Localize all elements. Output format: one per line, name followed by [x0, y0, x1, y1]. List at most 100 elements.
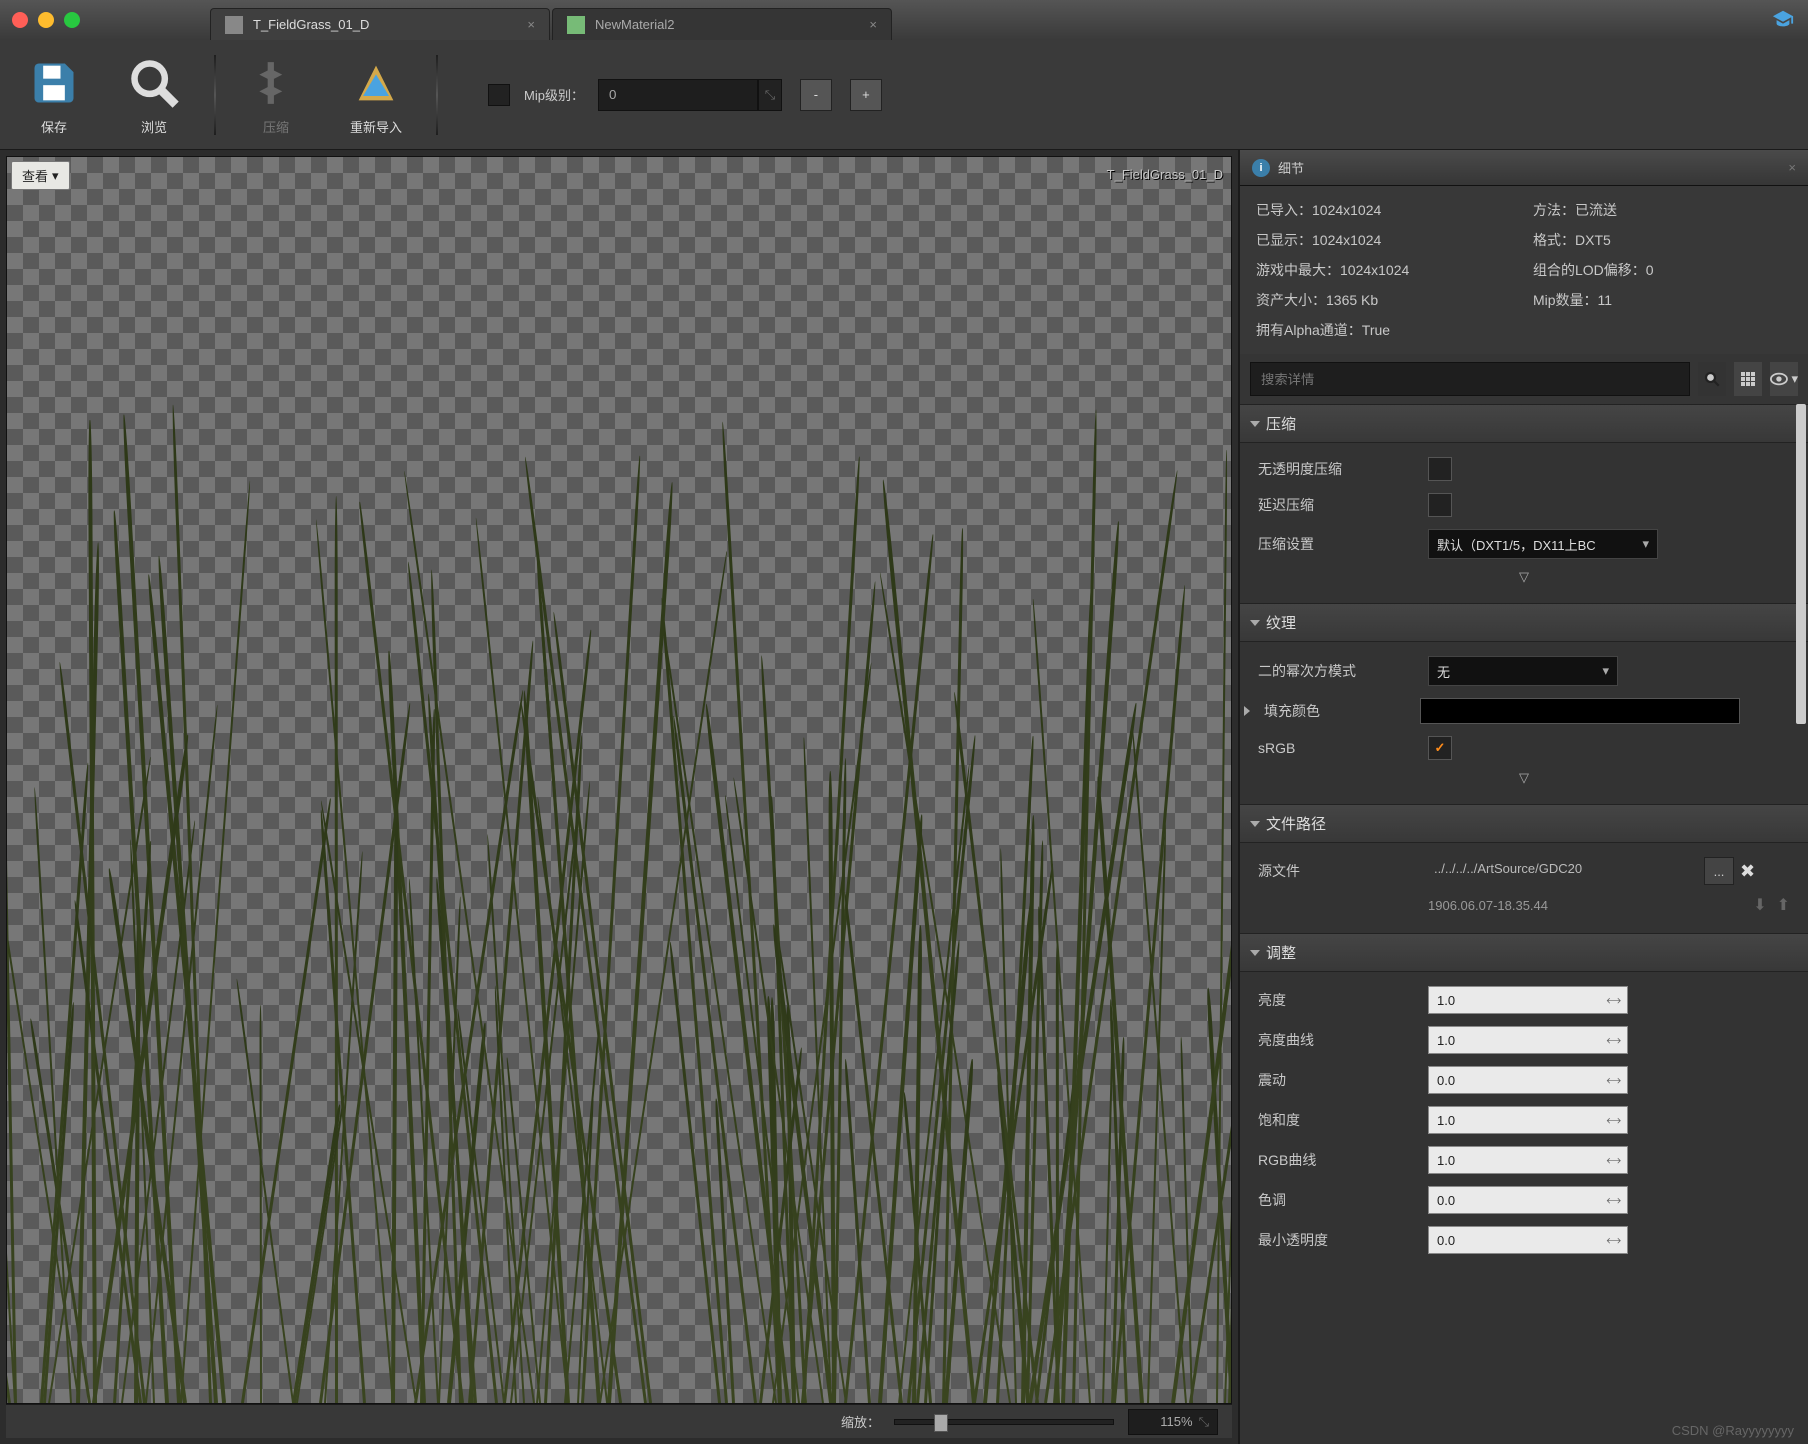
mip-spinner: ⤡: [598, 79, 782, 111]
info-has-alpha: 拥有Alpha通道：True: [1256, 320, 1792, 340]
browse-button[interactable]: 浏览: [114, 53, 194, 136]
slider-thumb[interactable]: [934, 1414, 948, 1432]
graduation-cap-icon[interactable]: [1772, 8, 1794, 30]
grass-blade: [259, 1005, 261, 1403]
main-area: 查看 ▾ T_FieldGrass_01_D 缩放： 115%⤡ i 细节 × …: [0, 150, 1808, 1444]
section-adjust-body: 亮度 1.0⤢亮度曲线 1.0⤢震动 0.0⤢饱和度 1.0⤢RGB曲线 1.0…: [1240, 972, 1808, 1274]
adjust-label: 震动: [1258, 1070, 1418, 1090]
zoom-value[interactable]: 115%⤡: [1128, 1409, 1218, 1435]
texture-viewport[interactable]: 查看 ▾ T_FieldGrass_01_D: [6, 156, 1232, 1404]
chevron-down-icon: ▾: [1602, 663, 1609, 679]
close-panel-icon[interactable]: ×: [1788, 160, 1796, 175]
expand-advanced-icon[interactable]: ▽: [1240, 766, 1808, 790]
grass-blade: [236, 979, 295, 1403]
adjust-value-field[interactable]: 0.0⤢: [1428, 1226, 1628, 1254]
adjust-value-field[interactable]: 0.0⤢: [1428, 1186, 1628, 1214]
prop-fill-label: 填充颜色: [1264, 701, 1410, 721]
arrow-down-icon[interactable]: ⬇: [1753, 895, 1766, 915]
compress-button[interactable]: 压缩: [236, 53, 316, 136]
tab-label: T_FieldGrass_01_D: [253, 17, 369, 32]
texture-info-block: 已导入：1024x1024 方法：已流送 已显示：1024x1024 格式：DX…: [1240, 186, 1808, 354]
close-tab-icon[interactable]: ×: [869, 17, 877, 32]
collapse-icon: [1250, 620, 1260, 626]
section-compress-header[interactable]: 压缩: [1240, 404, 1808, 443]
view-dropdown[interactable]: 查看 ▾: [11, 161, 70, 190]
mip-minus-button[interactable]: -: [800, 79, 832, 111]
tab-newmaterial[interactable]: NewMaterial2 ×: [552, 8, 892, 40]
expand-advanced-icon[interactable]: ▽: [1240, 565, 1808, 589]
prop-defer-label: 延迟压缩: [1258, 495, 1418, 515]
adjust-label: 饱和度: [1258, 1110, 1418, 1130]
separator: [214, 55, 216, 135]
grass-blade: [1131, 726, 1186, 1403]
scrollbar-thumb[interactable]: [1796, 404, 1806, 724]
minimize-window-icon[interactable]: [38, 12, 54, 28]
details-scroll[interactable]: 压缩 无透明度压缩 延迟压缩 压缩设置默认（DXT1/5，DX11上BC▾ ▽ …: [1240, 404, 1808, 1444]
adjust-row: 饱和度 1.0⤢: [1240, 1100, 1808, 1140]
reset-icon[interactable]: ⤡: [758, 79, 782, 111]
grass-blade: [912, 925, 922, 1403]
maximize-window-icon[interactable]: [64, 12, 80, 28]
adjust-row: RGB曲线 1.0⤢: [1240, 1140, 1808, 1180]
mip-plus-button[interactable]: +: [850, 79, 882, 111]
info-lod-bias: 组合的LOD偏移：0: [1533, 260, 1792, 280]
texture-editor-window: T_FieldGrass_01_D × NewMaterial2 × 保存 浏览…: [0, 0, 1808, 1444]
search-row: ▾: [1240, 354, 1808, 404]
browse-label: 浏览: [141, 117, 167, 136]
adjust-value-field[interactable]: 1.0⤢: [1428, 986, 1628, 1014]
section-filepath-header[interactable]: 文件路径: [1240, 804, 1808, 843]
adjust-label: 亮度曲线: [1258, 1030, 1418, 1050]
info-max-ingame: 游戏中最大：1024x1024: [1256, 260, 1515, 280]
srgb-checkbox[interactable]: [1428, 736, 1452, 760]
expand-icon[interactable]: [1244, 706, 1250, 716]
reimport-button[interactable]: 重新导入: [336, 53, 416, 136]
close-window-icon[interactable]: [12, 12, 28, 28]
section-texture-body: 二的幂次方模式无▾ 填充颜色 sRGB ▽: [1240, 642, 1808, 804]
grid-view-icon[interactable]: [1734, 362, 1762, 396]
defer-checkbox[interactable]: [1428, 493, 1452, 517]
collapse-icon: [1250, 821, 1260, 827]
save-button[interactable]: 保存: [14, 53, 94, 136]
search-input[interactable]: [1250, 362, 1690, 396]
pow2-combo[interactable]: 无▾: [1428, 656, 1618, 686]
viewport-statusbar: 缩放： 115%⤡: [6, 1404, 1232, 1438]
tab-label: NewMaterial2: [595, 17, 674, 32]
material-icon: [567, 16, 585, 34]
source-path: ../../../../ArtSource/GDC20: [1428, 857, 1698, 885]
section-texture-header[interactable]: 纹理: [1240, 603, 1808, 642]
compress-setting-combo[interactable]: 默认（DXT1/5，DX11上BC▾: [1428, 529, 1658, 559]
details-panel: i 细节 × 已导入：1024x1024 方法：已流送 已显示：1024x102…: [1238, 150, 1808, 1444]
mip-checkbox[interactable]: [488, 84, 510, 106]
prop-source-label: 源文件: [1258, 861, 1418, 881]
adjust-label: 色调: [1258, 1190, 1418, 1210]
tab-fieldgrass[interactable]: T_FieldGrass_01_D ×: [210, 8, 550, 40]
section-compress-body: 无透明度压缩 延迟压缩 压缩设置默认（DXT1/5，DX11上BC▾ ▽: [1240, 443, 1808, 603]
mip-level-group: Mip级别： ⤡ - +: [488, 79, 882, 111]
adjust-value-field[interactable]: 1.0⤢: [1428, 1106, 1628, 1134]
scrollbar[interactable]: [1796, 404, 1806, 1444]
eye-dropdown-icon[interactable]: ▾: [1770, 362, 1798, 396]
info-method: 方法：已流送: [1533, 200, 1792, 220]
browse-file-button[interactable]: ...: [1704, 857, 1734, 885]
grass-blade: [1072, 409, 1098, 1403]
adjust-row: 震动 0.0⤢: [1240, 1060, 1808, 1100]
mip-input[interactable]: [598, 79, 758, 111]
fill-color-swatch[interactable]: [1420, 698, 1740, 724]
panel-title: 细节: [1278, 158, 1304, 177]
adjust-value-field[interactable]: 0.0⤢: [1428, 1066, 1628, 1094]
zoom-slider[interactable]: [894, 1419, 1114, 1425]
search-icon[interactable]: [1698, 362, 1726, 396]
grass-blade: [607, 482, 674, 1403]
no-alpha-checkbox[interactable]: [1428, 457, 1452, 481]
arrow-up-icon[interactable]: ⬆: [1777, 895, 1790, 915]
close-tab-icon[interactable]: ×: [527, 17, 535, 32]
adjust-value-field[interactable]: 1.0⤢: [1428, 1146, 1628, 1174]
adjust-value-field[interactable]: 1.0⤢: [1428, 1026, 1628, 1054]
prop-no-alpha-label: 无透明度压缩: [1258, 459, 1418, 479]
timestamp-row: 1906.06.07-18.35.44 ⬇ ⬆: [1240, 891, 1808, 919]
info-format: 格式：DXT5: [1533, 230, 1792, 250]
section-adjust-header[interactable]: 调整: [1240, 933, 1808, 972]
adjust-row: 最小透明度 0.0⤢: [1240, 1220, 1808, 1260]
titlebar: T_FieldGrass_01_D × NewMaterial2 ×: [0, 0, 1808, 40]
clear-path-icon[interactable]: ✖: [1740, 861, 1755, 882]
